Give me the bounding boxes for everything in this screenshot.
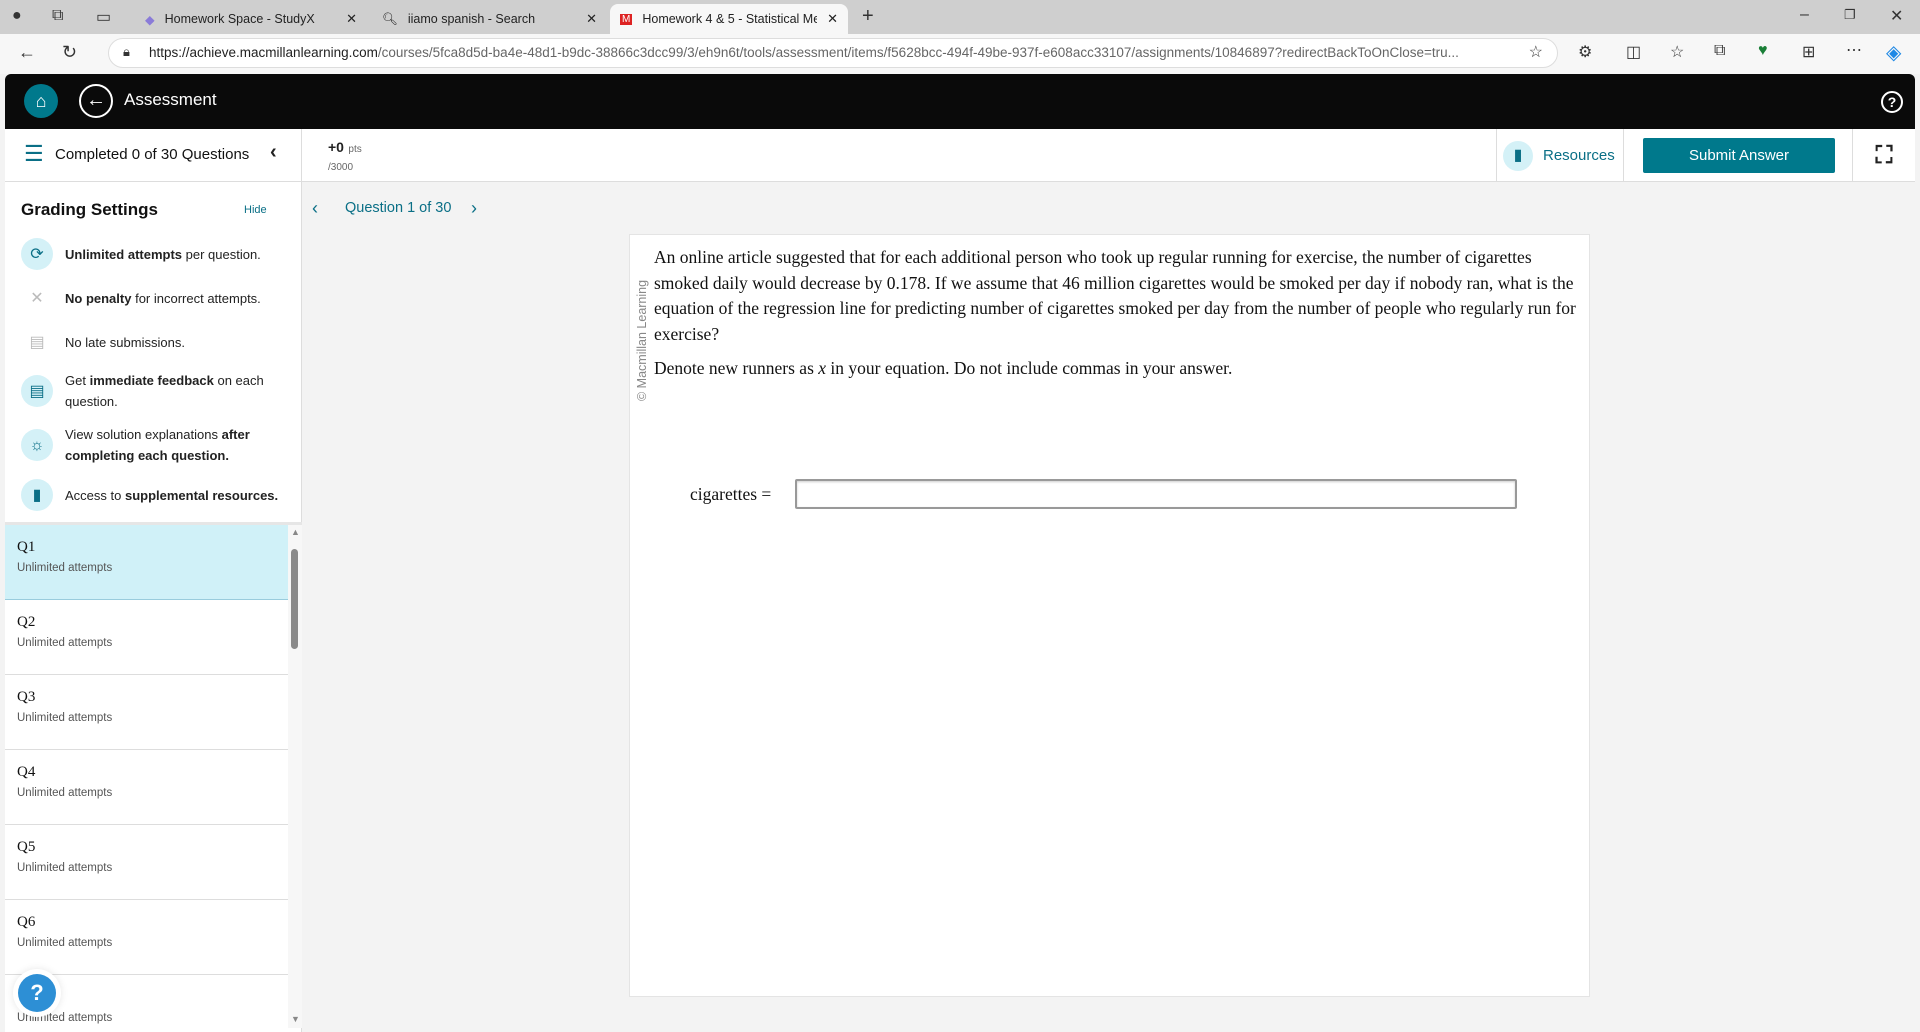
calendar-icon: ▤ [29, 333, 45, 351]
macmillan-icon: M [620, 13, 633, 25]
collapse-chevron-icon[interactable]: ‹ [270, 141, 277, 164]
app-header: ⌂ ← Assessment ? [5, 74, 1915, 129]
book-icon: ▮ [21, 479, 53, 511]
favorites-icon[interactable]: ☆ [1670, 42, 1684, 62]
search-icon: 🔍︎ [382, 11, 398, 26]
grading-item-feedback: ▤ Get immediate feedback on each question… [21, 370, 271, 412]
page-title: Assessment [124, 90, 217, 109]
assessment-toolbar: ☰ Completed 0 of 30 Questions ‹ +0 pts /… [5, 129, 1915, 182]
resources-button[interactable]: ▮ Resources [1496, 129, 1624, 182]
scrollbar[interactable]: ▲ ▼ [288, 525, 302, 1028]
address-bar-row: ← ↻ 🔒︎ https://achieve.macmillanlearning.… [0, 34, 1920, 74]
scroll-down-icon[interactable]: ▼ [291, 1014, 300, 1024]
close-window-icon[interactable]: ✕ [1890, 6, 1903, 26]
question-card: © Macmillan Learning An online article s… [629, 234, 1590, 997]
split-screen-icon[interactable]: ◫ [1626, 42, 1641, 62]
grading-settings-title: Grading Settings [21, 200, 158, 219]
sidebar: Grading Settings Hide ⟳ Unlimited attempt… [5, 182, 302, 1032]
hide-link[interactable]: Hide [244, 204, 267, 216]
grading-item-resources: ▮ Access to supplemental resources. [21, 479, 301, 511]
new-tab-icon[interactable]: + [862, 5, 874, 28]
collections-icon[interactable]: ⧉ [1714, 42, 1725, 60]
scrollbar-thumb[interactable] [291, 549, 298, 649]
back-icon[interactable]: ← [18, 42, 36, 63]
close-tab-icon[interactable]: ✕ [827, 11, 838, 27]
back-button[interactable]: ← [79, 84, 113, 118]
book-icon: ▮ [1503, 140, 1533, 171]
refresh-icon[interactable]: ↻ [62, 42, 77, 63]
apps-icon[interactable]: ⊞ [1802, 42, 1815, 62]
tab-studyx[interactable]: ◆ Homework Space - StudyX ✕ [135, 4, 367, 34]
grading-item-late: ▤ No late submissions. [21, 326, 291, 358]
favorite-star-icon[interactable]: ☆ [1529, 42, 1543, 62]
question-list-item[interactable]: Q1 Unlimited attempts [5, 525, 288, 600]
question-nav-label: Question 1 of 30 [345, 200, 452, 216]
url-input[interactable]: 🔒︎ https://achieve.macmillanlearning.com/… [108, 38, 1558, 68]
copilot-icon[interactable]: ◈ [1886, 40, 1901, 65]
list-icon: ☰ [24, 141, 44, 166]
chat-icon: ▤ [21, 375, 53, 407]
grading-item-penalty: ✕ No penalty for incorrect attempts. [21, 282, 291, 314]
question-list-item[interactable]: Q6 Unlimited attempts [5, 900, 288, 975]
previous-question-icon[interactable]: ‹ [312, 198, 318, 219]
next-question-icon[interactable]: › [471, 198, 477, 219]
submit-answer-button[interactable]: Submit Answer [1643, 138, 1835, 173]
question-list-item[interactable]: Q4 Unlimited attempts [5, 750, 288, 825]
tab-search[interactable]: 🔍︎ iiamo spanish - Search ✕ [372, 4, 607, 34]
restore-icon[interactable]: ❐ [1844, 7, 1856, 23]
profile-icon[interactable]: ● [12, 7, 22, 25]
fullscreen-icon[interactable]: ⛶ [1852, 129, 1915, 182]
question-list: Q1 Unlimited attempts Q2 Unlimited attempt… [5, 525, 302, 1028]
lightbulb-icon: ☼ [21, 429, 53, 461]
question-list-item[interactable]: Q5 Unlimited attempts [5, 825, 288, 900]
lock-icon: 🔒︎ [123, 44, 130, 59]
question-list-item[interactable]: Q2 Unlimited attempts [5, 600, 288, 675]
workspaces-icon[interactable]: ⧉ [52, 7, 63, 25]
studyx-icon: ◆ [145, 12, 155, 27]
watermark: © Macmillan Learning [635, 279, 649, 401]
more-icon[interactable]: ⋯ [1846, 40, 1862, 60]
question-list-toggle[interactable]: ☰ Completed 0 of 30 Questions ‹ [5, 129, 302, 182]
grading-item-solutions: ☼ View solution explanations after comple… [21, 424, 271, 466]
help-chat-button[interactable]: ? [18, 974, 56, 1012]
browser-essentials-icon[interactable]: ♥ [1758, 42, 1768, 60]
points-total: /3000 [328, 162, 354, 173]
question-list-item[interactable]: Q3 Unlimited attempts [5, 675, 288, 750]
browser-tab-bar: ● ⧉ ▭ ◆ Homework Space - StudyX ✕ 🔍︎ iiamo … [0, 0, 1920, 34]
tab-homework[interactable]: M Homework 4 & 5 - Statistical Met ✕ [610, 4, 848, 34]
scroll-up-icon[interactable]: ▲ [291, 527, 300, 537]
help-icon[interactable]: ? [1881, 91, 1903, 113]
answer-label: cigarettes = [690, 484, 772, 504]
x-icon: ✕ [30, 289, 44, 307]
close-tab-icon[interactable]: ✕ [346, 11, 357, 27]
minimize-icon[interactable]: – [1800, 6, 1809, 24]
question-instruction: Denote new runners as x in your equation… [654, 358, 1233, 378]
close-tab-icon[interactable]: ✕ [586, 11, 597, 27]
extensions-icon[interactable]: ⚙ [1578, 42, 1592, 62]
tab-actions-icon[interactable]: ▭ [96, 7, 111, 27]
question-paragraph: An online article suggested that for eac… [654, 247, 1576, 345]
points-earned: +0 [328, 139, 344, 155]
grading-item-attempts: ⟳ Unlimited attempts per question. [21, 238, 291, 270]
answer-input[interactable] [795, 479, 1517, 509]
refresh-icon: ⟳ [21, 238, 53, 270]
home-button[interactable]: ⌂ [24, 84, 58, 118]
